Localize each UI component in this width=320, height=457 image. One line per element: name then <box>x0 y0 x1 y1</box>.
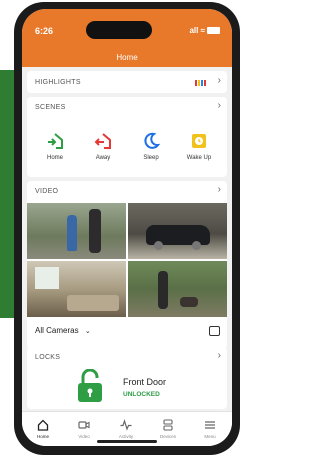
video-label: VIDEO <box>35 188 59 195</box>
home-indicator <box>97 440 157 443</box>
video-card: VIDEO › All Cameras ⌄ <box>27 181 227 349</box>
scene-sleep-button[interactable]: Sleep <box>131 129 171 161</box>
status-icons: all ≈ <box>189 26 220 35</box>
highlights-bars-icon <box>195 79 207 86</box>
camera-thumbnail-living-room[interactable] <box>27 261 126 317</box>
alarm-clock-icon <box>187 129 211 153</box>
tab-label: Video <box>78 434 90 439</box>
wheel-shape <box>192 241 201 250</box>
status-time: 6:26 <box>35 26 54 36</box>
locks-chevron-icon[interactable]: › <box>218 350 221 361</box>
scene-label: Away <box>95 155 111 161</box>
stage: 6:26 all ≈ Home HIGHLIGHTS › SCENES › Ho… <box>0 0 242 457</box>
tab-label: Menu <box>204 434 216 439</box>
video-chevron-icon[interactable]: › <box>218 184 221 195</box>
moon-icon <box>139 129 163 153</box>
scene-home-button[interactable]: Home <box>35 129 75 161</box>
lock-name: Front Door <box>123 377 167 387</box>
camera-select-value: All Cameras <box>35 326 79 335</box>
tab-video[interactable]: Video <box>67 418 101 439</box>
battery-icon <box>207 27 220 35</box>
menu-icon <box>193 418 227 432</box>
scene-label: Home <box>46 155 63 161</box>
tab-home[interactable]: Home <box>26 418 60 439</box>
person-figure <box>67 215 77 251</box>
sofa-shape <box>67 295 119 311</box>
locks-label: LOCKS <box>35 354 61 361</box>
page-title: Home <box>116 53 138 62</box>
chevron-down-icon: ⌄ <box>84 328 91 335</box>
camera-notch <box>86 21 152 39</box>
locks-card: LOCKS › Front Door UNLOCKED <box>27 347 227 409</box>
tab-devices[interactable]: Devices <box>151 418 185 439</box>
highlights-label: HIGHLIGHTS <box>35 79 81 86</box>
devices-icon <box>151 418 185 432</box>
highlights-card[interactable]: HIGHLIGHTS › <box>27 71 227 93</box>
home-enter-icon <box>43 129 67 153</box>
person-figure <box>89 209 101 253</box>
window-shape <box>35 267 59 289</box>
highlights-chevron-icon[interactable]: › <box>218 75 221 86</box>
unlocked-lock-icon[interactable] <box>77 368 103 403</box>
lock-status: UNLOCKED <box>123 391 160 398</box>
scenes-label: SCENES <box>35 104 66 111</box>
app-header: 6:26 all ≈ Home <box>22 9 232 67</box>
scene-label: Sleep <box>143 155 159 161</box>
signal-wifi-icon: all ≈ <box>189 26 205 35</box>
camera-icon <box>67 418 101 432</box>
scene-label: Wake Up <box>186 155 212 161</box>
tab-label: Activity <box>118 434 134 439</box>
activity-icon <box>109 418 143 432</box>
scenes-card: SCENES › Home Away Sleep Wake Up <box>27 97 227 177</box>
person-figure <box>158 271 168 309</box>
wheel-shape <box>154 241 163 250</box>
camera-select-dropdown[interactable]: All Cameras ⌄ <box>35 326 91 335</box>
tab-label: Devices <box>159 434 176 439</box>
camera-thumbnail-porch[interactable] <box>27 203 126 259</box>
scene-away-button[interactable]: Away <box>83 129 123 161</box>
tab-label: Home <box>36 434 49 439</box>
tab-activity[interactable]: Activity <box>109 418 143 439</box>
scenes-chevron-icon[interactable]: › <box>218 100 221 111</box>
camera-thumbnail-backyard[interactable] <box>128 261 227 317</box>
expand-view-icon[interactable] <box>209 326 220 336</box>
dog-figure <box>180 297 198 307</box>
camera-thumbnail-driveway[interactable] <box>128 203 227 259</box>
app-screen: 6:26 all ≈ Home HIGHLIGHTS › SCENES › Ho… <box>22 9 232 446</box>
home-exit-icon <box>91 129 115 153</box>
tab-menu[interactable]: Menu <box>193 418 227 439</box>
scene-wake-up-button[interactable]: Wake Up <box>179 129 219 161</box>
home-icon <box>26 418 60 432</box>
